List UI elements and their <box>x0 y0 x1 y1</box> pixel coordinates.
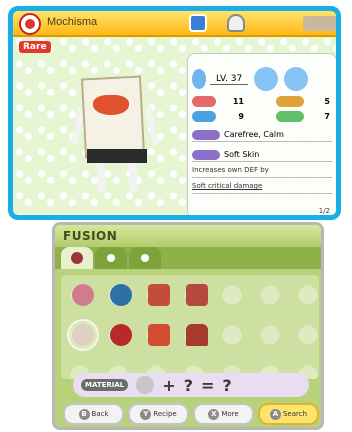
yokai-sprite <box>148 284 170 306</box>
recipe-button[interactable]: Y Recipe <box>128 403 189 425</box>
stat-spr-value: 9 <box>238 112 244 121</box>
sign-icon <box>303 16 336 31</box>
stat-str-value: 5 <box>324 97 330 106</box>
tab-equipment[interactable] <box>129 247 161 269</box>
back-label: Back <box>91 410 109 418</box>
yokai-sprite <box>72 324 94 346</box>
skill-tag <box>192 149 220 160</box>
page-indicator: 1/2 <box>318 207 330 215</box>
more-label: More <box>221 410 239 418</box>
stat-str-tag <box>276 96 304 107</box>
item-tab-icon <box>107 254 115 262</box>
yokai-belt <box>87 149 147 163</box>
back-button[interactable]: B Back <box>63 403 124 425</box>
level-text: LV. 37 <box>210 74 249 85</box>
plus-sign: + <box>162 375 176 395</box>
grid-slot[interactable] <box>181 319 213 351</box>
yokai-watch-icon <box>19 13 41 35</box>
fusion-grid <box>61 275 319 379</box>
b-key-icon: B <box>78 408 90 420</box>
type-row: LV. 37 <box>192 67 332 91</box>
yokai-sprite <box>148 324 170 346</box>
yokai-title-bar: Mochisma <box>13 11 336 37</box>
unknown-1: ? <box>183 375 193 395</box>
stat-hp-tag <box>192 96 216 107</box>
rare-badge: Rare <box>19 41 51 53</box>
x-key-icon: X <box>208 408 220 420</box>
skill-row: Soft Skin <box>192 148 332 162</box>
stat-hp-value: 11 <box>232 97 244 106</box>
grid-slot[interactable] <box>105 279 137 311</box>
yokai-body <box>80 75 146 159</box>
stat-def-value: 7 <box>324 112 330 121</box>
yokai-sprite <box>110 284 132 306</box>
unknown-result: ? <box>222 375 232 395</box>
stats-panel: LV. 37 11 5 9 7 Carefree, Calm Soft Skin… <box>187 53 336 215</box>
grid-slot-selected[interactable] <box>67 319 99 351</box>
yokai-portrait <box>71 67 173 207</box>
grid-slot[interactable] <box>105 319 137 351</box>
category-tabs <box>55 247 321 269</box>
stat-def-tag <box>276 111 304 122</box>
a-key-icon: A <box>269 408 281 420</box>
yokai-sprite <box>186 324 208 346</box>
yokai-sprite <box>72 284 94 306</box>
fusion-formula: MATERIAL + ? = ? <box>73 373 309 397</box>
stat-grid: 11 5 9 7 <box>192 96 332 122</box>
grid-slot[interactable] <box>181 279 213 311</box>
tab-items[interactable] <box>95 247 127 269</box>
search-label: Search <box>282 410 308 418</box>
yokai-sprite <box>110 324 132 346</box>
tribe-icon <box>189 14 207 32</box>
yokai-face <box>93 95 129 115</box>
more-button[interactable]: X More <box>193 403 254 425</box>
yokai-legs <box>97 163 137 191</box>
yokai-name: Mochisma <box>47 16 98 28</box>
grid-slot[interactable] <box>67 279 99 311</box>
skill-desc-2: Soft critical damage <box>192 182 332 194</box>
equip-slot-1[interactable] <box>254 67 279 91</box>
skill-text: Soft Skin <box>224 150 260 159</box>
screen-title: FUSION <box>55 225 321 247</box>
skill-desc-1: Increases own DEF by <box>192 166 332 178</box>
top-screen: Mochisma Rare LV. 37 11 5 9 7 Carefree, … <box>8 6 341 220</box>
y-key-icon: Y <box>140 408 152 420</box>
equals-sign: = <box>200 375 215 395</box>
yokai-tab-icon <box>71 252 83 264</box>
grid-slot[interactable] <box>143 279 175 311</box>
attitude-text: Carefree, Calm <box>224 130 284 139</box>
rank-icon <box>227 14 245 32</box>
attitude-tag <box>192 129 220 140</box>
equip-tab-icon <box>141 254 149 262</box>
stat-spr-tag <box>192 111 216 122</box>
element-icon <box>192 69 206 89</box>
button-bar: B Back Y Recipe X More A Search <box>63 403 319 425</box>
material-slot[interactable] <box>136 376 155 394</box>
search-button[interactable]: A Search <box>258 403 319 425</box>
recipe-label: Recipe <box>153 410 177 418</box>
material-label: MATERIAL <box>81 379 129 391</box>
equip-slot-2[interactable] <box>284 67 309 91</box>
tab-yokai[interactable] <box>61 247 93 269</box>
yokai-arm-right <box>145 106 159 146</box>
yokai-sprite <box>186 284 208 306</box>
grid-slot[interactable] <box>143 319 175 351</box>
bottom-screen: FUSION MATERIAL + ? = ? B Back Y Recipe XM… <box>52 222 324 430</box>
attitude-row: Carefree, Calm <box>192 128 332 142</box>
